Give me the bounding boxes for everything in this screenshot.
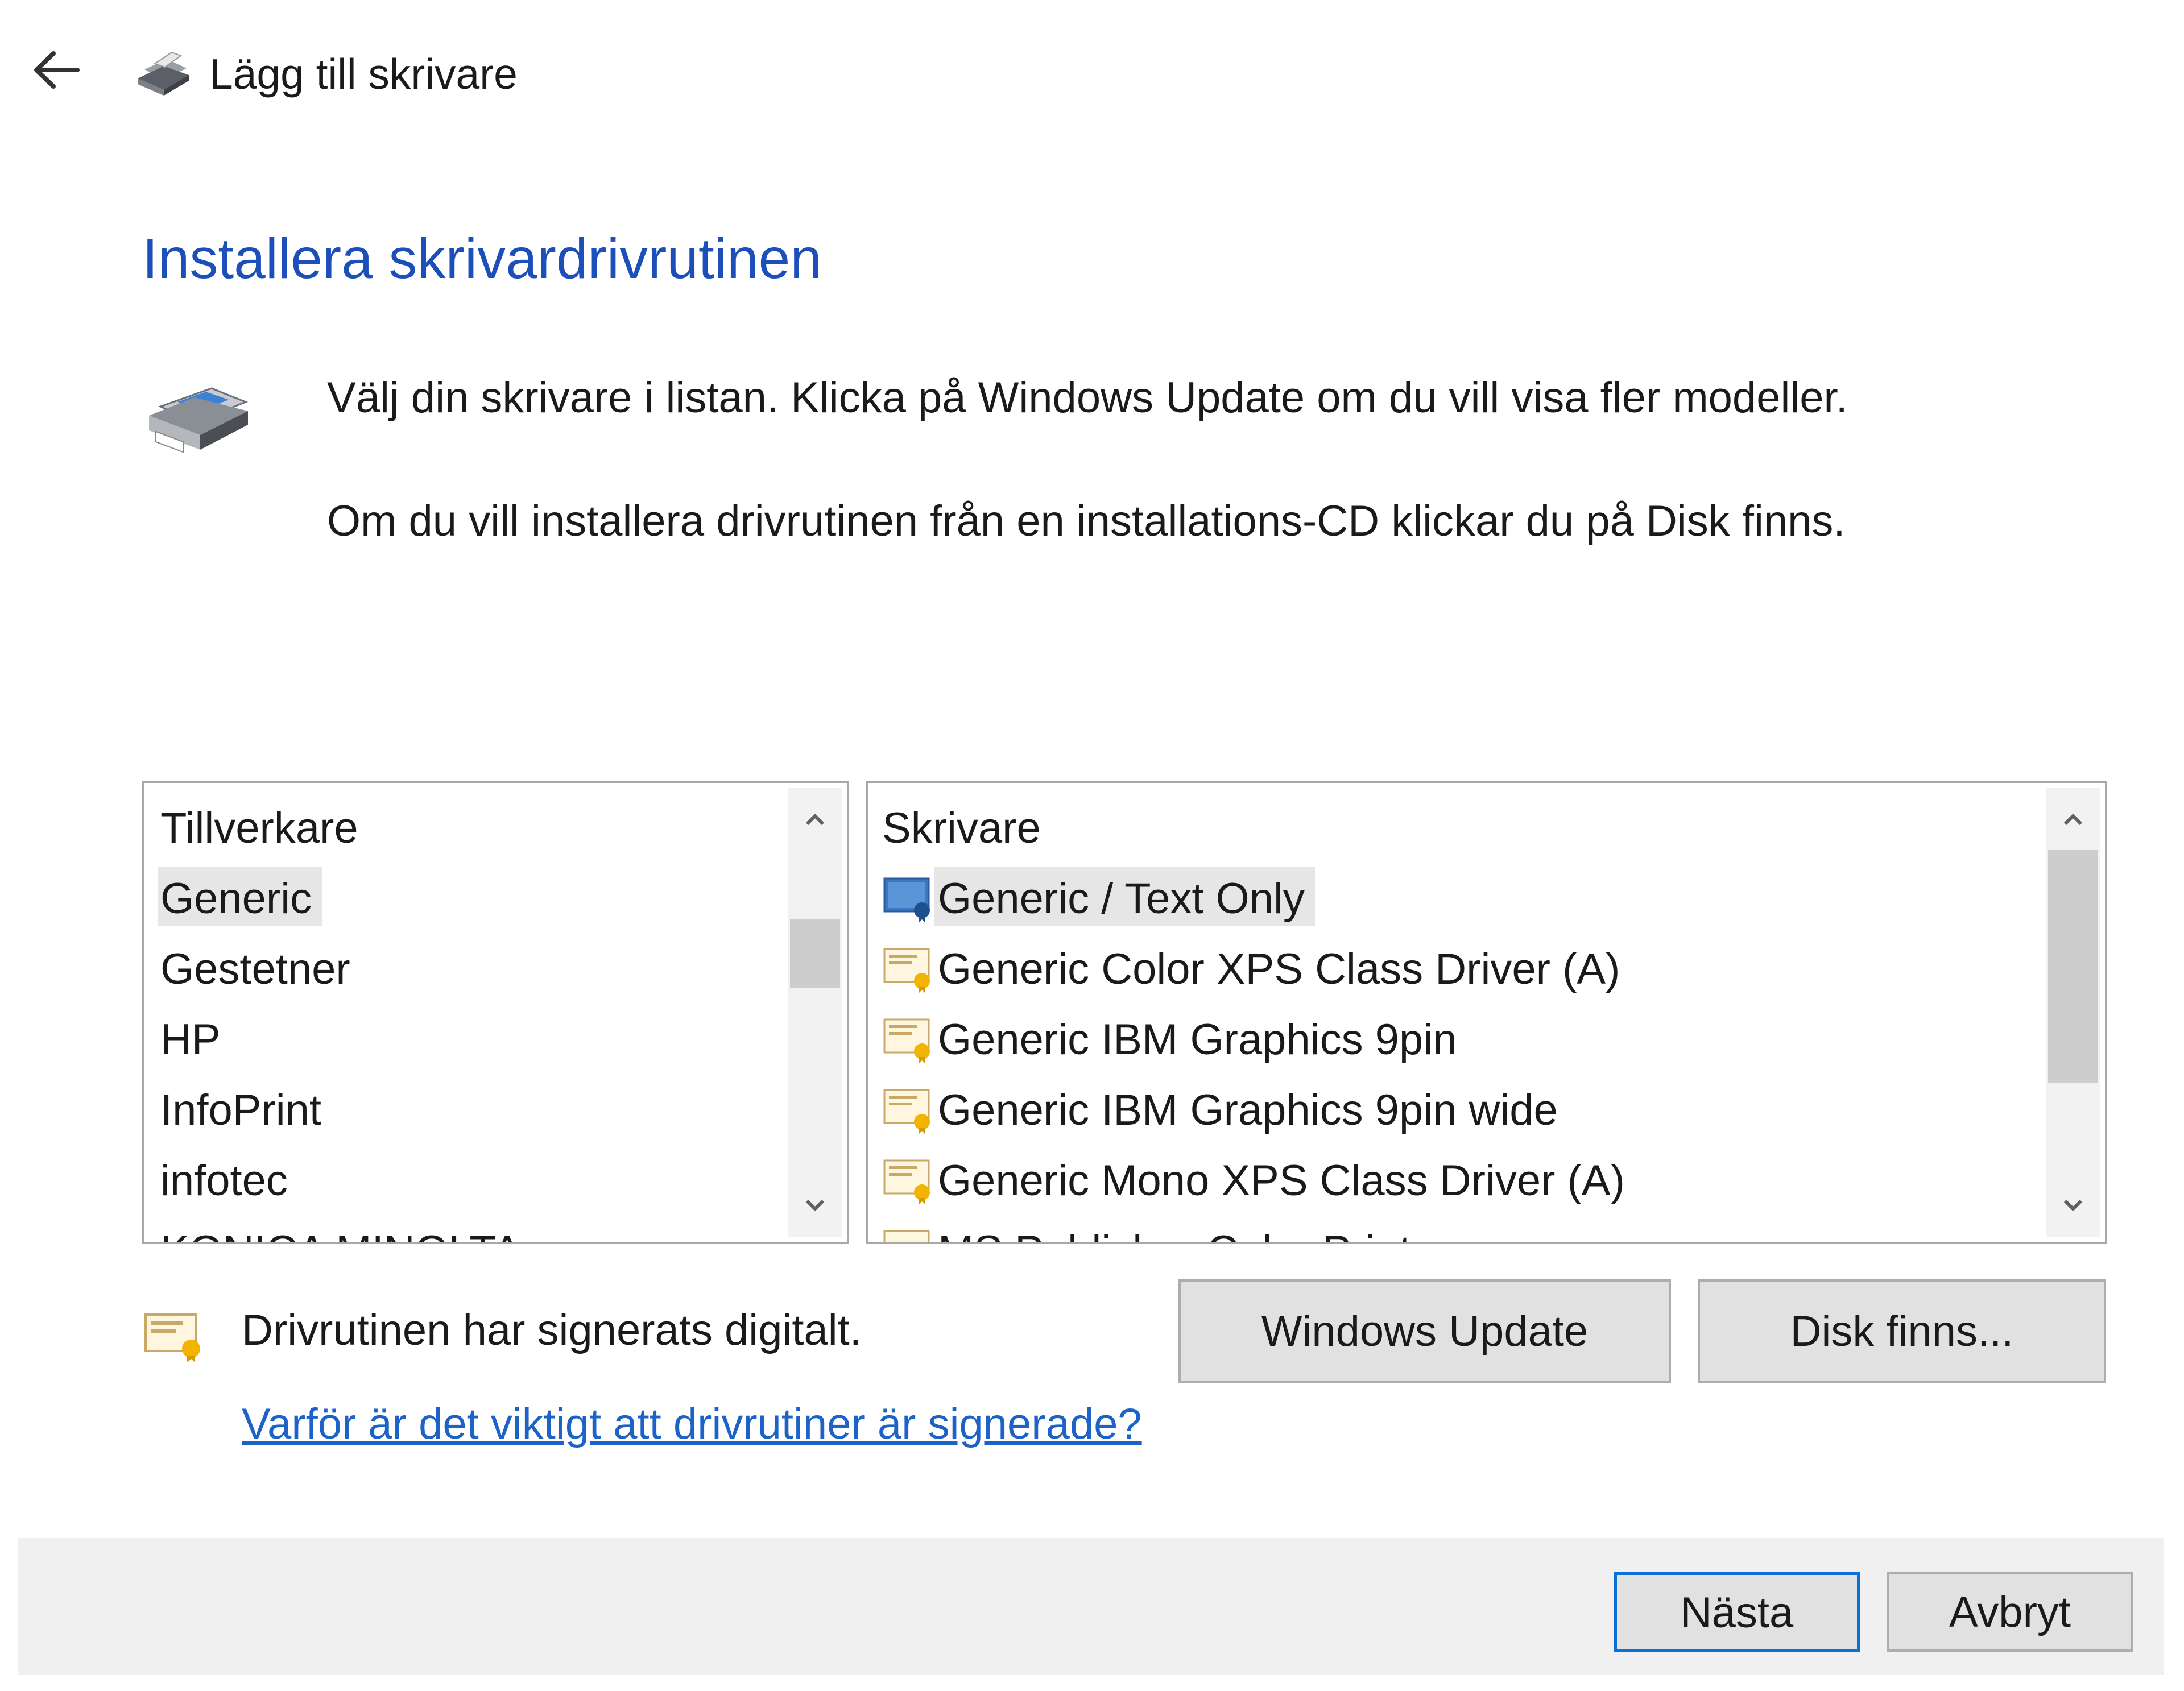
chevron-up-icon[interactable] bbox=[2046, 793, 2100, 844]
signed-driver-icon bbox=[144, 1313, 200, 1362]
list-item-label: Generic IBM Graphics 9pin wide bbox=[938, 1086, 1558, 1134]
signature-status-text: Drivrutinen har signerats digitalt. bbox=[242, 1306, 862, 1354]
window-title: Lägg till skrivare bbox=[209, 50, 518, 98]
scrollbar-thumb[interactable] bbox=[2048, 850, 2098, 1083]
windows-update-button[interactable]: Windows Update bbox=[1178, 1279, 1671, 1383]
list-item-label: Generic Mono XPS Class Driver (A) bbox=[938, 1157, 1625, 1205]
manufacturer-item[interactable]: Generic bbox=[158, 867, 779, 938]
instruction-text: Om du vill installera drivrutinen från e… bbox=[327, 497, 1846, 545]
manufacturer-item[interactable]: HP bbox=[158, 1008, 779, 1079]
signed-driver-icon bbox=[883, 948, 930, 993]
printer-item[interactable]: Generic IBM Graphics 9pin bbox=[882, 1008, 2037, 1079]
printer-item[interactable]: Generic / Text Only bbox=[882, 867, 2037, 938]
chevron-down-icon[interactable] bbox=[788, 1180, 842, 1232]
manufacturer-item[interactable]: infotec bbox=[158, 1149, 779, 1220]
list-item-label: Generic IBM Graphics 9pin bbox=[938, 1016, 1457, 1064]
instruction-text: Välj din skrivare i listan. Klicka på Wi… bbox=[327, 374, 1848, 422]
list-item-label: KONICA MINOLTA bbox=[158, 1220, 532, 1242]
page-heading: Installera skrivardrivrutinen bbox=[142, 227, 822, 291]
list-item-label: HP bbox=[160, 1016, 221, 1064]
vertical-scrollbar[interactable] bbox=[788, 788, 842, 1237]
vertical-scrollbar[interactable] bbox=[2046, 788, 2100, 1237]
next-button[interactable]: Nästa bbox=[1614, 1572, 1860, 1652]
printer-item[interactable]: Generic Color XPS Class Driver (A) bbox=[882, 938, 2037, 1008]
chevron-down-icon[interactable] bbox=[2046, 1180, 2100, 1232]
list-item-label: InfoPrint bbox=[160, 1086, 322, 1134]
cancel-button[interactable]: Avbryt bbox=[1887, 1572, 2133, 1652]
signed-driver-icon bbox=[883, 1089, 930, 1134]
list-item-label: infotec bbox=[160, 1157, 288, 1205]
printer-list[interactable]: Skrivare Generic / Text Only Generic Col… bbox=[866, 781, 2107, 1244]
list-item-label: Generic Color XPS Class Driver (A) bbox=[938, 945, 1620, 993]
list-item-label: Generic / Text Only bbox=[934, 867, 1315, 926]
manufacturer-item[interactable]: KONICA MINOLTA bbox=[158, 1220, 779, 1242]
signed-driver-icon bbox=[883, 1159, 930, 1205]
manufacturer-column-header: Tillverkare bbox=[160, 804, 358, 852]
printer-icon bbox=[138, 51, 189, 96]
signed-driver-icon bbox=[883, 1230, 930, 1242]
printer-column-header: Skrivare bbox=[882, 804, 1041, 852]
scrollbar-thumb[interactable] bbox=[790, 919, 840, 988]
back-arrow-icon[interactable] bbox=[27, 44, 84, 96]
manufacturer-list[interactable]: Tillverkare Generic Gestetner HP InfoPri… bbox=[142, 781, 849, 1244]
printer-icon bbox=[149, 387, 249, 453]
printer-item[interactable]: MS Publisher Color Printer bbox=[882, 1220, 2037, 1242]
list-item-label: Gestetner bbox=[160, 945, 350, 993]
generic-driver-icon bbox=[883, 877, 930, 923]
manufacturer-item[interactable]: Gestetner bbox=[158, 938, 779, 1008]
printer-item[interactable]: Generic Mono XPS Class Driver (A) bbox=[882, 1149, 2037, 1220]
manufacturer-item[interactable]: InfoPrint bbox=[158, 1079, 779, 1149]
list-item-label: MS Publisher Color Printer bbox=[934, 1220, 1460, 1242]
printer-item[interactable]: Generic IBM Graphics 9pin wide bbox=[882, 1079, 2037, 1149]
signed-driver-icon bbox=[883, 1018, 930, 1064]
signing-info-link[interactable]: Varför är det viktigt att drivrutiner är… bbox=[242, 1396, 1142, 1453]
chevron-up-icon[interactable] bbox=[788, 793, 842, 844]
have-disk-button[interactable]: Disk finns... bbox=[1698, 1279, 2106, 1383]
list-item-label: Generic bbox=[158, 867, 322, 926]
